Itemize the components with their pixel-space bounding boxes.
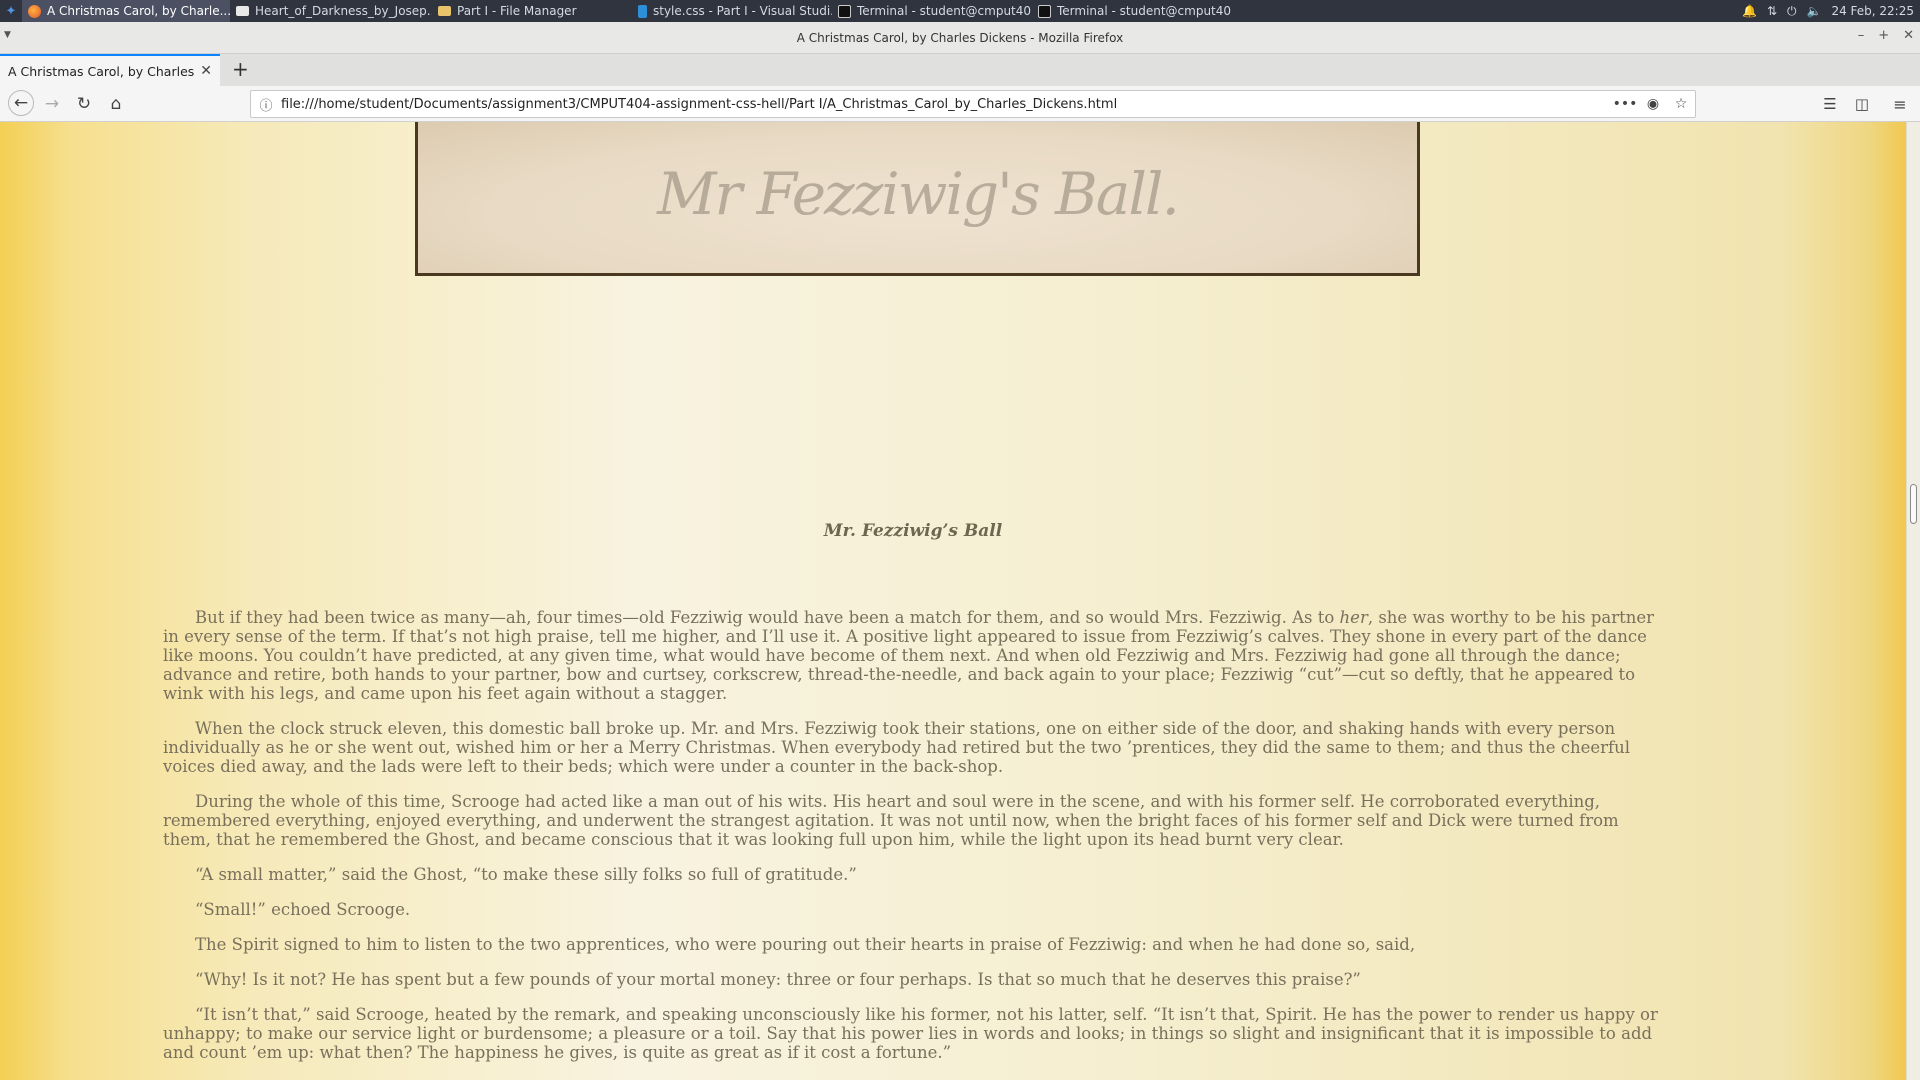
new-tab-icon[interactable]: + xyxy=(232,58,249,80)
paragraph: During the whole of this time, Scrooge h… xyxy=(163,792,1619,849)
network-icon[interactable]: ⇅ xyxy=(1767,4,1777,18)
app-menu-icon[interactable]: ✦ xyxy=(0,0,22,22)
page-content: Mr Fezziwig's Ball. Mr. Fezziwig’s Ball … xyxy=(0,122,1906,1080)
taskbar-item-label: Heart_of_Darkness_by_Josep... xyxy=(255,4,432,18)
paragraph: “Small!” echoed Scrooge. xyxy=(195,900,411,919)
back-icon[interactable]: ← xyxy=(8,90,34,116)
taskbar-item-label: Part I - File Manager xyxy=(457,4,577,18)
taskbar-item-terminal[interactable]: Terminal - student@cmput40... xyxy=(1032,0,1232,22)
illustration-plate: Mr Fezziwig's Ball. xyxy=(415,122,1420,276)
taskbar-item-document[interactable]: Heart_of_Darkness_by_Josep... xyxy=(230,0,432,22)
terminal-icon xyxy=(838,4,851,18)
folder-icon xyxy=(438,6,451,16)
taskbar-item-terminal[interactable]: Terminal - student@cmput40... xyxy=(832,0,1032,22)
taskbar-item-label: Terminal - student@cmput40... xyxy=(1057,4,1232,18)
home-icon[interactable]: ⌂ xyxy=(104,92,128,116)
taskbar-item-vscode[interactable]: style.css - Part I - Visual Studi... xyxy=(632,0,832,22)
document-icon xyxy=(236,6,249,16)
scrollbar-thumb[interactable] xyxy=(1910,484,1917,524)
system-tray: 🔔 ⇅ ⏻ 🔈 24 Feb, 22:25 xyxy=(1742,4,1920,19)
close-icon[interactable]: ✕ xyxy=(1903,28,1914,43)
info-icon[interactable]: ⓘ xyxy=(251,95,281,114)
maximize-icon[interactable]: + xyxy=(1878,28,1889,43)
taskbar-item-firefox[interactable]: A Christmas Carol, by Charle... xyxy=(22,0,230,22)
system-taskbar: ✦ A Christmas Carol, by Charle... Heart_… xyxy=(0,0,1920,22)
taskbar-item-label: A Christmas Carol, by Charle... xyxy=(47,4,230,18)
vscode-icon xyxy=(638,4,647,18)
tab-active[interactable]: A Christmas Carol, by Charles Dic ✕ xyxy=(0,54,220,86)
minimize-icon[interactable]: – xyxy=(1858,28,1865,43)
window-titlebar: ▼ A Christmas Carol, by Charles Dickens … xyxy=(0,22,1920,54)
window-menu-icon[interactable]: ▼ xyxy=(4,30,11,40)
paragraph: “Why! Is it not? He has spent but a few … xyxy=(195,970,1361,989)
taskbar-item-label: style.css - Part I - Visual Studi... xyxy=(653,4,832,18)
forward-icon[interactable]: → xyxy=(40,92,64,116)
notification-bell-icon[interactable]: 🔔 xyxy=(1742,4,1757,18)
taskbar-item-label: Terminal - student@cmput40... xyxy=(857,4,1032,18)
hamburger-menu-icon[interactable]: ≡ xyxy=(1888,92,1912,116)
chapter-text: But if they had been twice as many—ah, f… xyxy=(163,608,1663,1078)
tab-label: A Christmas Carol, by Charles Dic xyxy=(8,63,196,79)
library-icon[interactable]: ☰ xyxy=(1818,92,1842,116)
sidebar-icon[interactable]: ◫ xyxy=(1850,92,1874,116)
taskbar-item-file-manager[interactable]: Part I - File Manager xyxy=(432,0,632,22)
firefox-icon xyxy=(28,4,41,18)
terminal-icon xyxy=(1038,4,1051,18)
tab-strip: A Christmas Carol, by Charles Dic ✕ + xyxy=(0,54,1920,86)
window-title: A Christmas Carol, by Charles Dickens - … xyxy=(796,30,1124,45)
pocket-icon[interactable]: ◉ xyxy=(1639,96,1667,112)
clock[interactable]: 24 Feb, 22:25 xyxy=(1831,4,1914,18)
url-bar[interactable]: ⓘ file:///home/student/Documents/assignm… xyxy=(250,90,1696,118)
volume-icon[interactable]: 🔈 xyxy=(1807,4,1822,18)
paragraph: “It isn’t that,” said Scrooge, heated by… xyxy=(163,1005,1658,1062)
vertical-scrollbar[interactable] xyxy=(1906,122,1920,1080)
bookmark-star-icon[interactable]: ☆ xyxy=(1667,96,1695,112)
illustration-caption: Mr. Fezziwig’s Ball xyxy=(823,521,1003,541)
reload-icon[interactable]: ↻ xyxy=(72,92,96,116)
url-text[interactable]: file:///home/student/Documents/assignmen… xyxy=(281,97,1611,112)
tab-close-icon[interactable]: ✕ xyxy=(200,63,212,79)
illustration-plate-caption: Mr Fezziwig's Ball. xyxy=(657,160,1180,228)
paragraph: The Spirit signed to him to listen to th… xyxy=(195,935,1416,954)
page-actions-icon[interactable]: ••• xyxy=(1611,96,1639,112)
paragraph: “A small matter,” said the Ghost, “to ma… xyxy=(195,865,857,884)
paragraph: But if they had been twice as many—ah, f… xyxy=(163,608,1655,703)
navigation-toolbar: ← → ↻ ⌂ ⓘ file:///home/student/Documents… xyxy=(0,86,1920,122)
paragraph: When the clock struck eleven, this domes… xyxy=(163,719,1630,776)
power-icon[interactable]: ⏻ xyxy=(1787,4,1797,19)
